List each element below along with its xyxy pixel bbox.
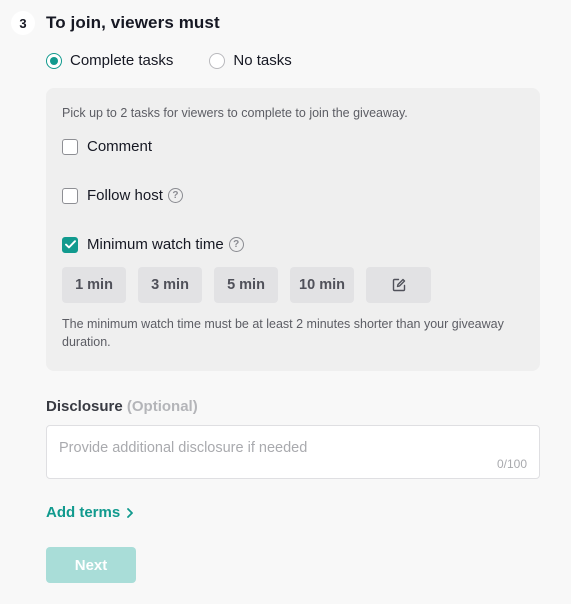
radio-selected-icon <box>46 52 62 69</box>
radio-complete-tasks[interactable]: Complete tasks <box>46 52 173 69</box>
checkbox-checked-icon[interactable] <box>62 236 78 253</box>
disclosure-input[interactable] <box>59 440 519 462</box>
tasks-panel: Pick up to 2 tasks for viewers to comple… <box>46 88 540 371</box>
task-label: Comment <box>87 138 153 155</box>
char-counter: 0/100 <box>496 457 527 471</box>
step-title: To join, viewers must <box>46 13 220 32</box>
add-terms-link[interactable]: Add terms <box>46 504 134 521</box>
giveaway-join-requirements: 3 To join, viewers must Complete tasks N… <box>0 0 571 604</box>
checkbox-unchecked-icon[interactable] <box>62 187 78 204</box>
task-minimum-watch-time[interactable]: Minimum watch time ? <box>62 236 244 253</box>
disclosure-field: 0/100 <box>46 425 540 479</box>
tasks-hint: Pick up to 2 tasks for viewers to comple… <box>62 106 408 120</box>
task-comment[interactable]: Comment <box>62 138 152 155</box>
step-number-badge: 3 <box>11 11 35 35</box>
checkbox-unchecked-icon[interactable] <box>62 138 78 155</box>
time-option-3-min[interactable]: 3 min <box>138 267 202 303</box>
add-terms-label: Add terms <box>46 504 121 521</box>
chevron-right-icon <box>126 507 134 519</box>
step-header: 3 To join, viewers must <box>11 11 220 35</box>
radio-no-tasks[interactable]: No tasks <box>209 52 292 69</box>
radio-label: No tasks <box>233 52 292 69</box>
help-icon[interactable]: ? <box>167 188 183 203</box>
edit-icon <box>392 278 406 292</box>
task-label: Minimum watch time <box>87 236 224 253</box>
radio-unselected-icon <box>209 52 226 69</box>
optional-tag: (Optional) <box>126 398 198 415</box>
task-follow-host[interactable]: Follow host ? <box>62 187 183 204</box>
help-icon[interactable]: ? <box>228 237 244 252</box>
time-option-10-min[interactable]: 10 min <box>290 267 354 303</box>
disclosure-title: Disclosure <box>46 398 123 415</box>
watch-time-options: 1 min 3 min 5 min 10 min <box>62 267 443 303</box>
custom-time-button[interactable] <box>366 267 431 303</box>
join-mode-radio-group: Complete tasks No tasks <box>46 52 328 69</box>
next-button[interactable]: Next <box>46 547 136 583</box>
time-option-1-min[interactable]: 1 min <box>62 267 126 303</box>
time-option-5-min[interactable]: 5 min <box>214 267 278 303</box>
task-label: Follow host <box>87 187 163 204</box>
radio-label: Complete tasks <box>70 52 174 69</box>
watch-time-note: The minimum watch time must be at least … <box>62 317 504 349</box>
disclosure-label: Disclosure (Optional) <box>46 398 198 415</box>
